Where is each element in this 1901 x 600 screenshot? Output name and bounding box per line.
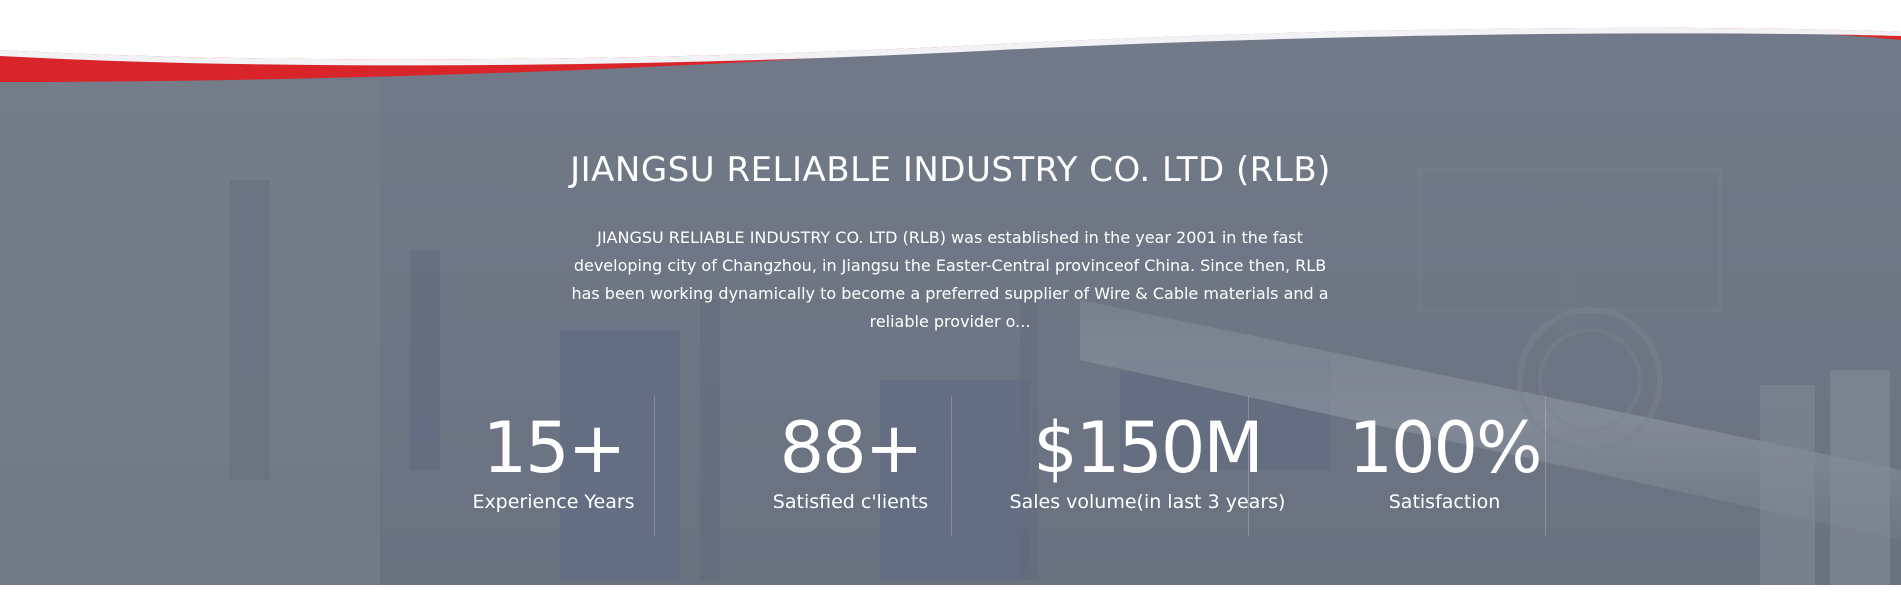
stat-label: Satisfaction xyxy=(1388,491,1501,513)
stat-divider xyxy=(951,396,952,536)
stat-number: 100% xyxy=(1348,407,1542,489)
stat-divider xyxy=(1545,396,1546,536)
stat-label: Sales volume(in last 3 years) xyxy=(1009,491,1286,513)
company-description: JIANGSU RELIABLE INDUSTRY CO. LTD (RLB) … xyxy=(571,228,1329,331)
company-title: JIANGSU RELIABLE INDUSTRY CO. LTD (RLB) xyxy=(570,150,1331,190)
about-content: JIANGSU RELIABLE INDUSTRY CO. LTD (RLB) … xyxy=(0,0,1901,585)
stat-number: 15+ xyxy=(482,407,627,489)
stat-number: $150M xyxy=(1033,407,1264,489)
stat-sales: $150M Sales volume(in last 3 years) xyxy=(999,396,1296,536)
stat-divider xyxy=(1248,396,1249,536)
stat-satisfaction: 100% Satisfaction xyxy=(1296,396,1593,536)
stat-divider xyxy=(654,396,655,536)
stat-experience: 15+ Experience Years xyxy=(405,396,702,536)
stat-label: Satisfied c'lients xyxy=(772,491,929,513)
stat-number: 88+ xyxy=(779,407,924,489)
about-page: JIANGSU RELIABLE INDUSTRY CO. LTD (RLB) … xyxy=(0,0,1901,600)
stats-row: 15+ Experience Years 88+ Satisfied c'lie… xyxy=(405,396,1546,536)
stat-clients: 88+ Satisfied c'lients xyxy=(702,396,999,536)
bottom-strip xyxy=(0,585,1901,600)
stat-label: Experience Years xyxy=(472,491,635,513)
